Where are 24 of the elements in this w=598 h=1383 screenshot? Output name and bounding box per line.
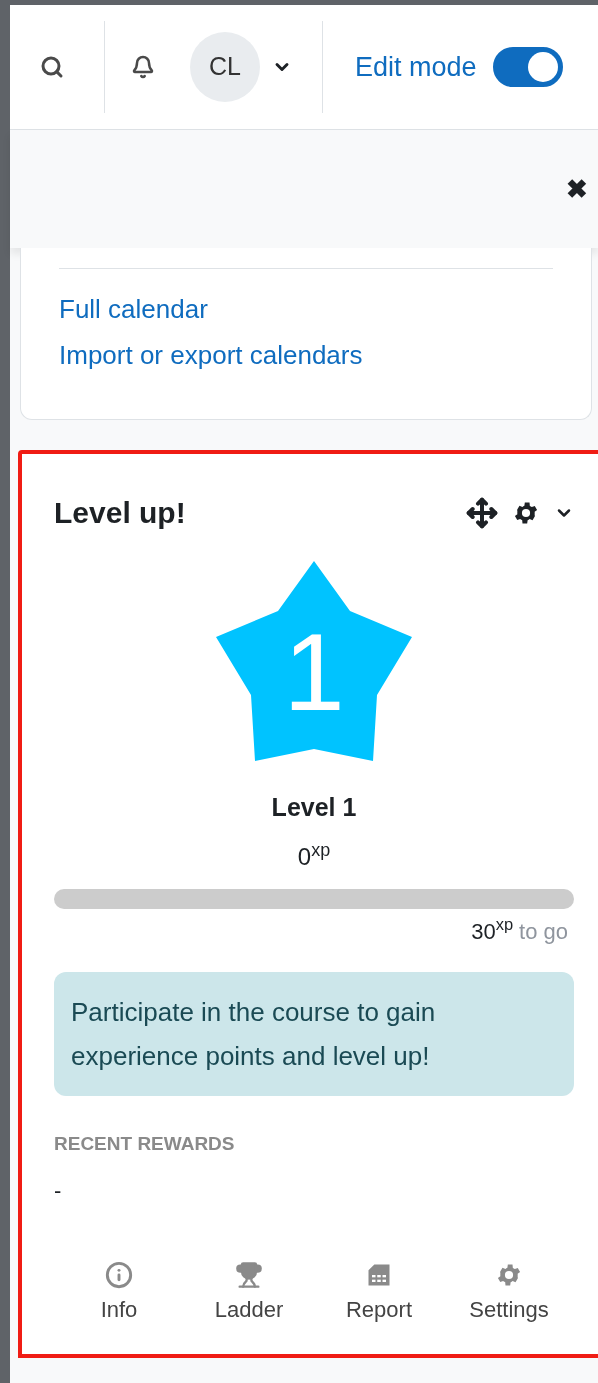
block-footer-link[interactable]: Report <box>314 1261 444 1326</box>
xp-value: 0$^{xp}$ <box>297 838 331 872</box>
block-footer-link[interactable]: Settings <box>444 1261 574 1326</box>
notification-bell-icon[interactable] <box>131 55 155 79</box>
close-drawer-button[interactable]: ✖ <box>566 169 588 209</box>
edit-mode-toggle[interactable] <box>492 47 563 87</box>
info-icon <box>105 1261 133 1289</box>
block-footer-link[interactable]: Info <box>54 1261 184 1326</box>
block-title: Level up! <box>54 495 186 531</box>
rewards-heading: RECENT REWARDS <box>54 1131 236 1156</box>
block-footer-link[interactable]: Ladder <box>184 1261 314 1326</box>
user-avatar[interactable]: CL <box>190 32 260 102</box>
level-star-badge: 1 <box>214 561 414 761</box>
trophy-icon <box>235 1261 263 1289</box>
level-label: Level 1 <box>271 792 357 823</box>
move-icon[interactable] <box>466 496 498 529</box>
rewards-value: - <box>54 1177 63 1205</box>
to-go-label: to go <box>519 917 568 946</box>
xp-to-go-value: 30$^{xp}$ <box>471 914 514 946</box>
edit-mode-label[interactable]: Edit mode <box>355 46 477 88</box>
info-message: Participate in the course to gain experience points and level up! <box>54 971 574 1096</box>
calendar-link[interactable]: Import or export calendars <box>59 335 363 375</box>
search-icon[interactable] <box>40 55 64 79</box>
calendar-link[interactable]: Full calendar <box>59 289 208 329</box>
